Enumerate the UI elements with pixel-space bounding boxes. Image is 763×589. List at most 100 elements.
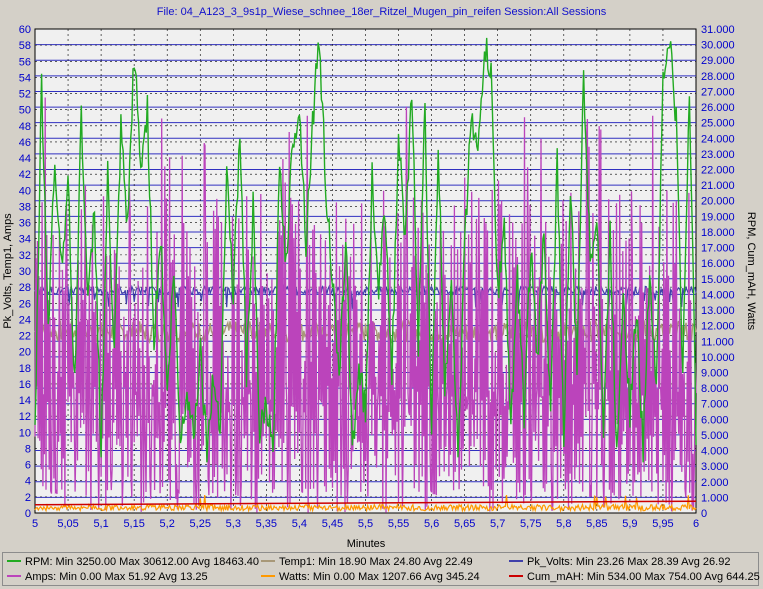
- y-left-tick-label: 56: [19, 56, 31, 68]
- legend-label-cum-mah: Cum_mAH: Min 534.00 Max 754.00 Avg 644.2…: [527, 571, 760, 583]
- legend-item-rpm: RPM: Min 3250.00 Max 30612.00 Avg 18463.…: [7, 556, 259, 568]
- y-left-tick-label: 36: [19, 218, 31, 230]
- legend-item-cum-mah: Cum_mAH: Min 534.00 Max 754.00 Avg 644.2…: [509, 571, 760, 583]
- legend-item-temp1: Temp1: Min 18.90 Max 24.80 Avg 22.49: [261, 556, 473, 568]
- y-left-tick-label: 50: [19, 105, 31, 117]
- y-right-tick-label: 12.000: [701, 321, 735, 333]
- y-right-tick-label: 11.000: [701, 336, 734, 348]
- y-right-tick-label: 30.000: [701, 40, 735, 52]
- y-right-tick-label: 19.000: [701, 211, 735, 223]
- legend-label-rpm: RPM: Min 3250.00 Max 30612.00 Avg 18463.…: [25, 556, 260, 568]
- y-right-tick-label: 4.000: [701, 446, 729, 458]
- y-right-tick-label: 10.000: [701, 352, 735, 364]
- x-tick-label: 5,9: [622, 518, 637, 530]
- x-axis-ticks: 5 5,05 5,1 5,15 5,2 5,25 5,3 5,35 5,4 5,45 5,5 5,55…: [32, 518, 699, 530]
- legend: RPM: Min 3250.00 Max 30612.00 Avg 18463.…: [2, 552, 760, 586]
- y-left-tick-label: 44: [19, 153, 31, 165]
- x-tick-label: 5: [32, 518, 38, 530]
- y-right-tick-label: 9.000: [701, 367, 729, 379]
- legend-item-pk-volts: Pk_Volts: Min 23.26 Max 28.39 Avg 26.92: [509, 556, 730, 568]
- y-right-tick-label: 13.000: [701, 305, 735, 317]
- y-right-tick-label: 1.000: [701, 492, 729, 504]
- y-left-tick-label: 24: [19, 314, 31, 326]
- y-right-tick-label: 7.000: [701, 399, 729, 411]
- x-tick-label: 5,25: [190, 518, 211, 530]
- x-tick-label: 5,65: [454, 518, 475, 530]
- y-right-axis-ticks: 0 1.000 2.000 3.000 4.000 5.000 6.000 7.000 8.00…: [701, 24, 735, 520]
- x-tick-label: 5,95: [652, 518, 673, 530]
- y-left-tick-label: 58: [19, 40, 31, 52]
- x-tick-label: 5,6: [424, 518, 439, 530]
- legend-label-amps: Amps: Min 0.00 Max 51.92 Avg 13.25: [25, 571, 208, 583]
- y-left-tick-label: 12: [19, 411, 31, 423]
- x-tick-label: 5,75: [520, 518, 541, 530]
- x-tick-label: 5,55: [388, 518, 409, 530]
- y-right-tick-label: 26.000: [701, 102, 735, 114]
- x-tick-label: 5,7: [490, 518, 505, 530]
- y-right-tick-label: 14.000: [701, 289, 735, 301]
- y-left-tick-label: 46: [19, 137, 31, 149]
- y-right-tick-label: 5.000: [701, 430, 729, 442]
- y-right-tick-label: 18.000: [701, 227, 735, 239]
- y-right-tick-label: 27.000: [701, 86, 735, 98]
- y-right-tick-label: 3.000: [701, 461, 729, 473]
- y-right-tick-label: 17.000: [701, 243, 735, 255]
- y-left-tick-label: 22: [19, 331, 31, 343]
- y-left-tick-label: 40: [19, 185, 31, 197]
- x-tick-label: 5,35: [256, 518, 277, 530]
- y-right-tick-label: 6.000: [701, 414, 729, 426]
- legend-label-temp1: Temp1: Min 18.90 Max 24.80 Avg 22.49: [279, 556, 473, 568]
- x-tick-label: 5,4: [292, 518, 307, 530]
- y-left-tick-label: 60: [19, 24, 31, 36]
- y-right-tick-label: 28.000: [701, 71, 735, 83]
- y-right-tick-label: 22.000: [701, 165, 735, 177]
- y-left-tick-label: 20: [19, 347, 31, 359]
- legend-label-pk-volts: Pk_Volts: Min 23.26 Max 28.39 Avg 26.92: [527, 556, 731, 568]
- y-left-tick-label: 14: [19, 395, 31, 407]
- y-left-tick-label: 0: [25, 508, 31, 520]
- x-tick-label: 5,5: [358, 518, 373, 530]
- y-left-tick-label: 4: [25, 476, 31, 488]
- y-left-tick-label: 54: [19, 72, 31, 84]
- y-left-tick-label: 18: [19, 363, 31, 375]
- y-left-tick-label: 26: [19, 298, 31, 310]
- y-left-tick-label: 42: [19, 169, 31, 181]
- y-left-tick-label: 16: [19, 379, 31, 391]
- legend-item-amps: Amps: Min 0.00 Max 51.92 Avg 13.25: [7, 571, 208, 583]
- x-tick-label: 5,85: [586, 518, 607, 530]
- x-axis-label: Minutes: [347, 538, 386, 550]
- y-right-tick-label: 24.000: [701, 133, 735, 145]
- legend-item-watts: Watts: Min 0.00 Max 1207.66 Avg 345.24: [261, 571, 480, 583]
- y-right-tick-label: 29.000: [701, 55, 735, 67]
- y-left-axis-ticks: 0246810121416182022242628303234363840424…: [19, 24, 31, 520]
- y-left-axis-label: Pk_Volts, Temp1, Amps: [2, 213, 14, 329]
- y-right-tick-label: 31.000: [701, 24, 735, 36]
- x-tick-label: 5,15: [123, 518, 144, 530]
- y-left-tick-label: 6: [25, 460, 31, 472]
- y-left-tick-label: 8: [25, 443, 31, 455]
- y-left-tick-label: 10: [19, 427, 31, 439]
- y-right-tick-label: 15.000: [701, 274, 735, 286]
- y-left-tick-label: 2: [25, 492, 31, 504]
- y-left-tick-label: 34: [19, 234, 31, 246]
- chart-area: 5 5,05 5,1 5,15 5,2 5,25 5,3 5,35 5,4 5,45 5,5 5,55…: [2, 24, 757, 550]
- y-right-tick-label: 16.000: [701, 258, 735, 270]
- y-right-tick-label: 2.000: [701, 477, 729, 489]
- x-tick-label: 5,8: [556, 518, 571, 530]
- y-left-tick-label: 28: [19, 282, 31, 294]
- x-tick-label: 5,3: [226, 518, 241, 530]
- x-tick-label: 6: [693, 518, 699, 530]
- x-tick-label: 5,1: [93, 518, 108, 530]
- y-left-tick-label: 48: [19, 121, 31, 133]
- y-right-axis-label: RPM, Cum_mAH, Watts: [745, 212, 757, 331]
- y-right-tick-label: 8.000: [701, 383, 729, 395]
- y-right-tick-label: 21.000: [701, 180, 735, 192]
- y-right-tick-label: 25.000: [701, 118, 735, 130]
- x-tick-label: 5,2: [160, 518, 175, 530]
- y-left-tick-label: 38: [19, 201, 31, 213]
- x-tick-label: 5,45: [322, 518, 343, 530]
- y-right-tick-label: 0: [701, 508, 707, 520]
- legend-label-watts: Watts: Min 0.00 Max 1207.66 Avg 345.24: [279, 571, 480, 583]
- y-left-tick-label: 52: [19, 89, 31, 101]
- y-left-tick-label: 30: [19, 266, 31, 278]
